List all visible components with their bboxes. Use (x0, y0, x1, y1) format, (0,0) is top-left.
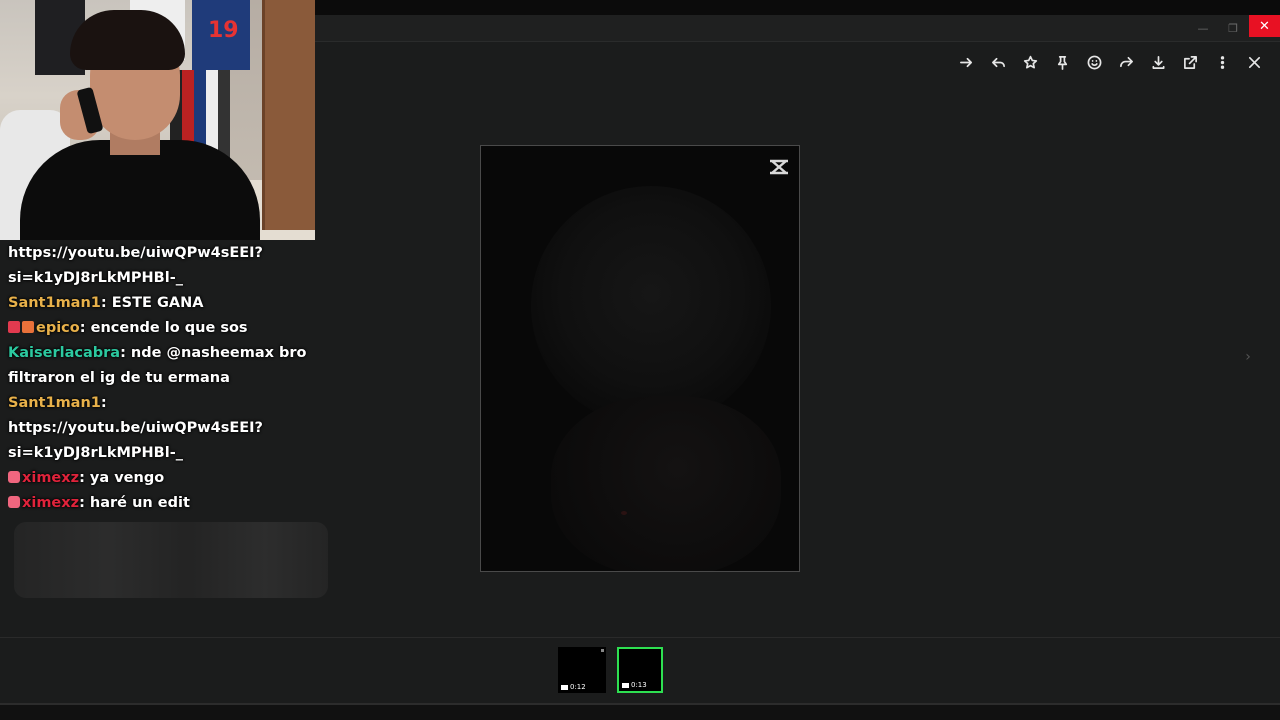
chat-line: filtraron el ig de tu ermana (8, 366, 318, 391)
heart-badge-icon (8, 496, 20, 508)
sub-badge-icon (22, 321, 34, 333)
chevron-right-icon: › (1245, 349, 1251, 365)
close-icon (1248, 56, 1260, 68)
pin-icon (1057, 55, 1067, 70)
chat-message: si=k1yDJ8rLkMPHBl-_ (8, 270, 183, 286)
streamer-hair (70, 10, 185, 70)
video-thumbnail[interactable]: 0:12 (558, 647, 606, 693)
forward-button[interactable] (950, 50, 982, 74)
chat-line: Sant1man1: (8, 391, 318, 416)
star-button[interactable] (1014, 50, 1046, 74)
hanging-jersey: 19 (192, 0, 250, 70)
heart-badge-icon (8, 471, 20, 483)
chat-message: https://youtu.be/uiwQPw4sEEI? (8, 420, 263, 436)
chat-separator: : (120, 345, 131, 361)
chat-line: si=k1yDJ8rLkMPHBl-_ (8, 441, 318, 466)
minimize-button[interactable]: — (1188, 15, 1218, 41)
chat-message: ESTE GANA (111, 295, 204, 311)
jersey-number: 19 (208, 18, 239, 43)
chat-line: si=k1yDJ8rLkMPHBl-_ (8, 266, 318, 291)
thumbnail-duration-label: 0:13 (631, 681, 647, 689)
emoji-icon (1087, 55, 1101, 69)
open-external-button[interactable] (1174, 50, 1206, 74)
video-thumbnail-selected[interactable]: 0:13 (617, 647, 663, 693)
chat-message: nde @nasheemax bro (130, 345, 307, 361)
open-external-icon (1183, 55, 1197, 69)
download-button[interactable] (1142, 50, 1174, 74)
chat-line: https://youtu.be/uiwQPw4sEEI? (8, 241, 318, 266)
share-icon (1119, 56, 1133, 67)
video-camera-icon (622, 682, 629, 688)
chat-username: Kaiserlacabra (8, 345, 121, 361)
react-button[interactable] (1078, 50, 1110, 74)
streamer-body (20, 140, 260, 240)
chat-separator: : (100, 395, 107, 411)
chat-username: ximexz (22, 495, 80, 511)
chat-message: ya vengo (89, 470, 165, 486)
bottom-strip (0, 705, 1280, 720)
next-media-button[interactable]: › (1240, 349, 1256, 365)
chat-line: Sant1man1: ESTE GANA (8, 291, 318, 316)
video-duration: 0:12 (561, 683, 586, 691)
chat-line: ximexz: ya vengo (8, 466, 318, 491)
chat-separator: : (79, 495, 90, 511)
close-icon: ✕ (1259, 18, 1270, 34)
chat-line: epico: encende lo que sos (8, 316, 318, 341)
thumbnail-duration-label: 0:12 (570, 683, 586, 691)
capcut-icon (767, 156, 791, 178)
chat-message: filtraron el ig de tu ermana (8, 370, 230, 386)
video-subject-head (531, 186, 771, 426)
chat-message: haré un edit (89, 495, 190, 511)
chat-message: encende lo que sos (90, 320, 248, 336)
more-options-button[interactable] (1206, 50, 1238, 74)
share-button[interactable] (1110, 50, 1142, 74)
chat-separator: : (79, 470, 90, 486)
chat-message: si=k1yDJ8rLkMPHBl-_ (8, 445, 183, 461)
chat-separator: : (79, 320, 91, 336)
chat-line: ximexz: haré un edit (8, 491, 318, 516)
restore-button[interactable]: ❐ (1218, 15, 1248, 41)
video-subject-eye (621, 511, 627, 515)
chat-username: epico (36, 320, 80, 336)
pin-button[interactable] (1046, 50, 1078, 74)
video-player[interactable] (480, 145, 800, 572)
star-icon (1023, 55, 1037, 68)
chat-username: Sant1man1 (8, 295, 101, 311)
chat-username: Sant1man1 (8, 395, 101, 411)
stream-chat-overlay: https://youtu.be/uiwQPw4sEEI? si=k1yDJ8r… (8, 241, 318, 516)
chat-line: https://youtu.be/uiwQPw4sEEI? (8, 416, 318, 441)
more-icon (1220, 55, 1224, 69)
video-camera-icon (561, 684, 568, 690)
rocket-badge-icon (8, 321, 20, 333)
restore-icon: ❐ (1228, 21, 1238, 35)
video-subject-face (551, 396, 781, 571)
thumbnail-marker (601, 649, 604, 652)
door (262, 0, 315, 230)
chat-separator: : (100, 295, 112, 311)
webcam-overlay: 19 (0, 0, 315, 240)
video-duration: 0:13 (622, 681, 647, 689)
close-viewer-button[interactable] (1238, 50, 1270, 74)
media-viewer-toolbar (950, 50, 1270, 74)
reply-button[interactable] (982, 50, 1014, 74)
chat-message: https://youtu.be/uiwQPw4sEEI? (8, 245, 263, 261)
minimize-icon: — (1197, 21, 1209, 35)
download-icon (1152, 55, 1164, 69)
forward-arrow-icon (959, 57, 972, 67)
chat-line: Kaiserlacabra: nde @nasheemax bro (8, 341, 318, 366)
reply-icon (991, 57, 1005, 67)
chat-input-overlay (14, 522, 328, 598)
chat-username: ximexz (22, 470, 80, 486)
window-close-button[interactable]: ✕ (1249, 15, 1280, 37)
